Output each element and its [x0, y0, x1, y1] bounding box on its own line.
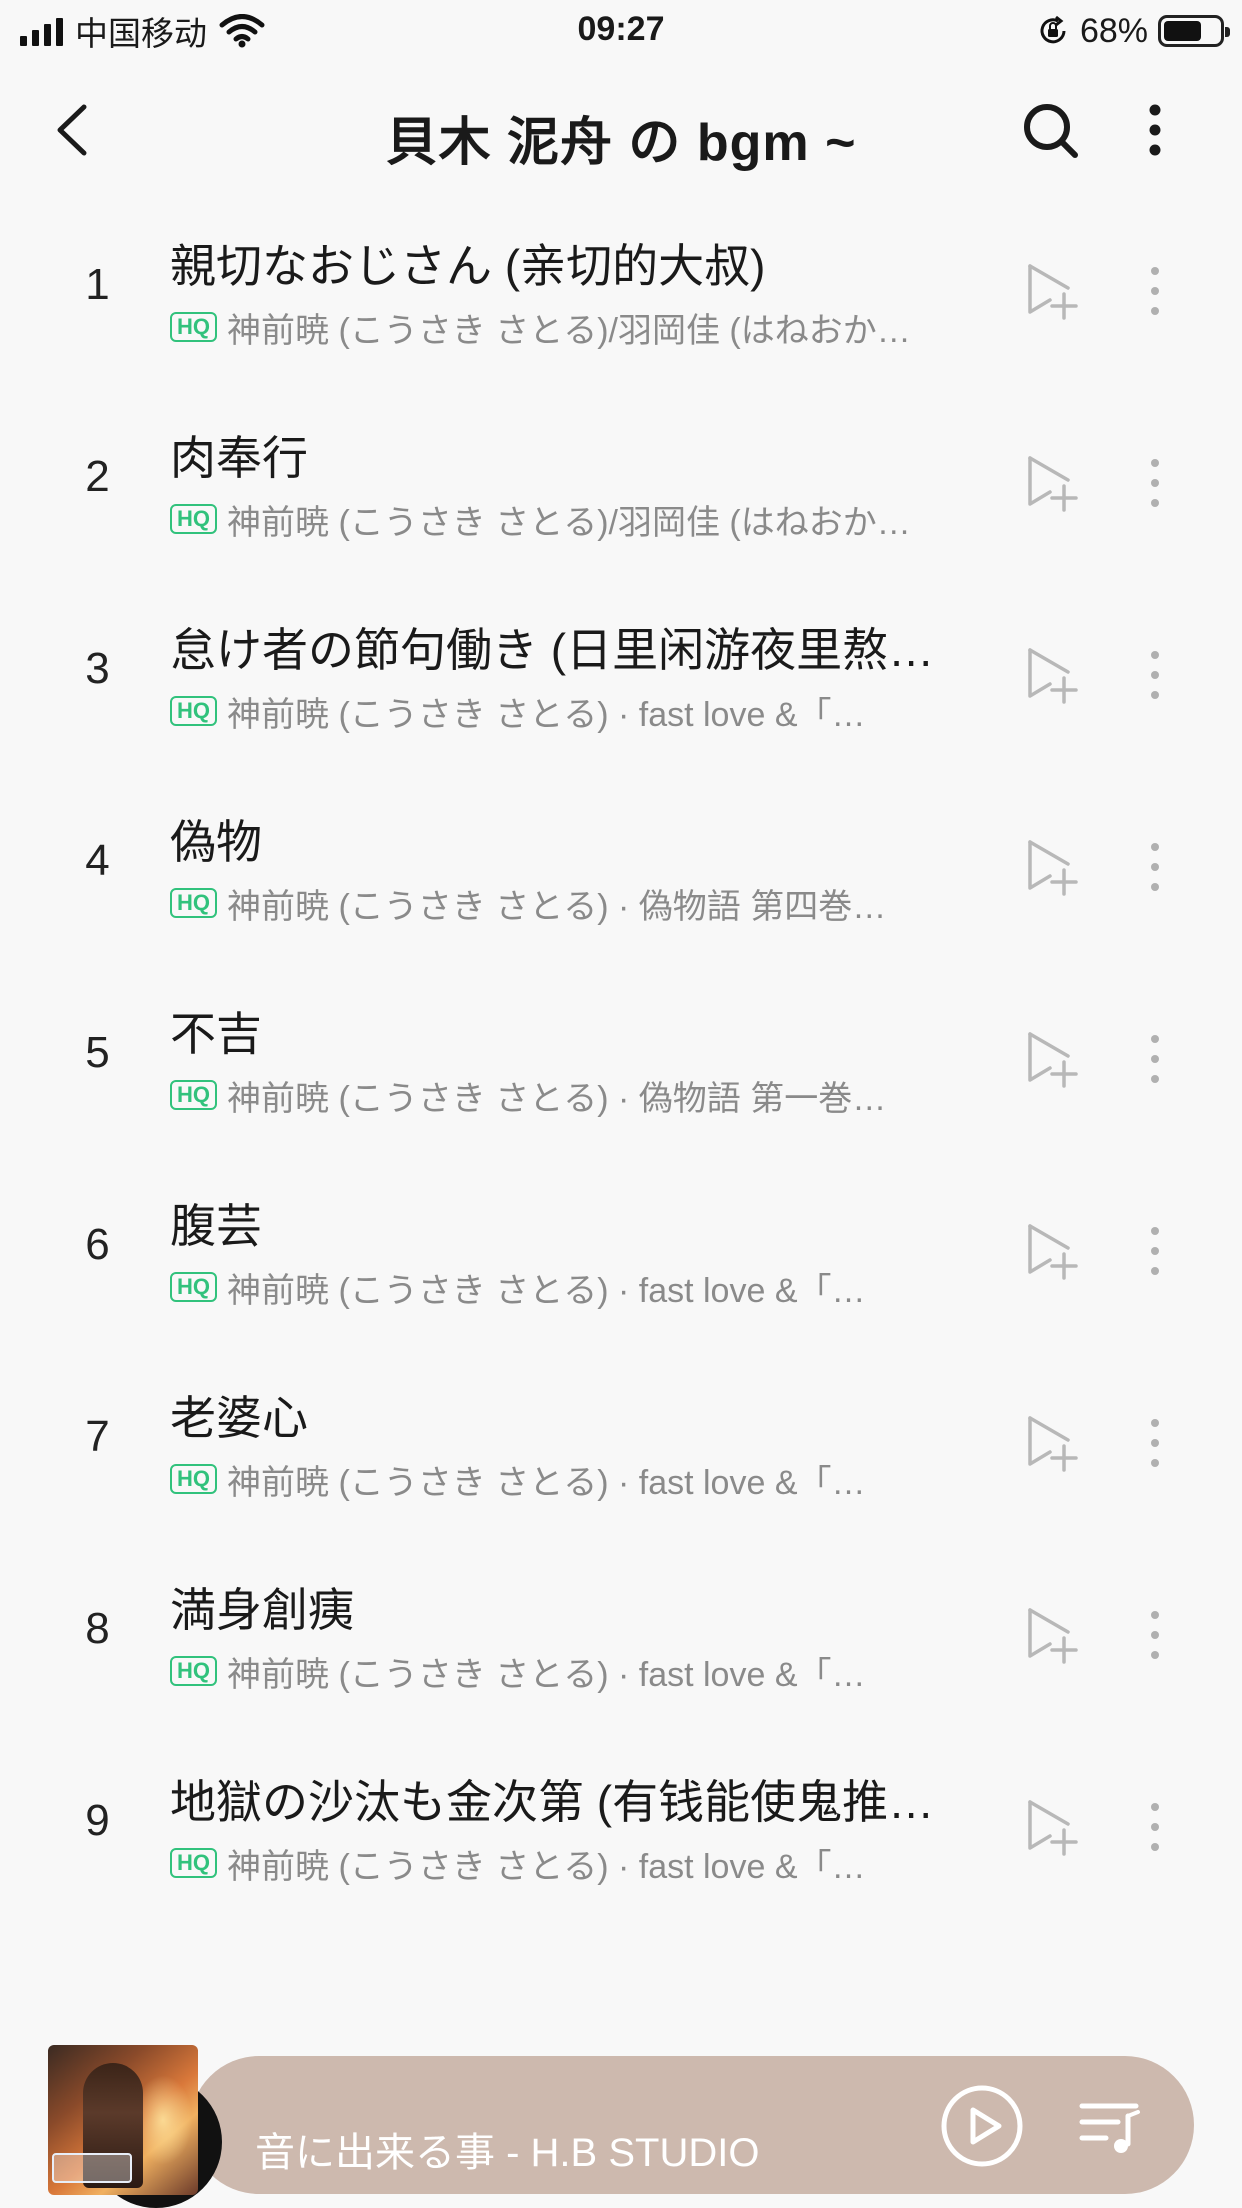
song-index: 7: [85, 1412, 110, 1461]
more-vertical-icon[interactable]: [1130, 1412, 1180, 1474]
song-artist: 神前暁 (こうさき さとる) · fast love &「…: [227, 1655, 866, 1694]
song-artist: 神前暁 (こうさき さとる) · fast love &「…: [227, 1847, 866, 1886]
more-vertical-icon[interactable]: [1130, 1220, 1180, 1282]
app-page: 中国移动 09:27 68% 貝木 泥舟 の bgm ~ 1 親切なおじさん (…: [0, 0, 1242, 2208]
add-to-playlist-icon[interactable]: [1020, 260, 1082, 322]
song-artist: 神前暁 (こうさき さとる) · 偽物語 第一巻…: [227, 1079, 887, 1118]
hq-badge: HQ: [170, 888, 217, 918]
song-row[interactable]: 6 腹芸 HQ 神前暁 (こうさき さとる) · fast love &「…: [0, 1170, 1242, 1362]
song-index: 4: [85, 836, 110, 885]
hq-badge: HQ: [170, 504, 217, 534]
song-index: 2: [85, 452, 110, 501]
battery-level-fill: [1164, 21, 1201, 41]
song-subtitle: HQ 神前暁 (こうさき さとる) · 偽物語 第四巻…: [170, 883, 982, 926]
song-row[interactable]: 5 不吉 HQ 神前暁 (こうさき さとる) · 偽物語 第一巻…: [0, 978, 1242, 1170]
more-vertical-icon[interactable]: [1125, 95, 1185, 165]
add-to-playlist-icon[interactable]: [1020, 1604, 1082, 1666]
add-to-playlist-icon[interactable]: [1020, 452, 1082, 514]
song-row[interactable]: 9 地獄の沙汰も金次第 (有钱能使鬼推… HQ 神前暁 (こうさき さとる) · fa…: [0, 1746, 1242, 1938]
cover-logo: [52, 2153, 132, 2183]
more-vertical-icon[interactable]: [1130, 836, 1180, 898]
add-to-playlist-icon[interactable]: [1020, 836, 1082, 898]
hq-badge: HQ: [170, 1848, 217, 1878]
song-subtitle: HQ 神前暁 (こうさき さとる) · fast love &「…: [170, 1843, 982, 1886]
song-index: 1: [85, 260, 110, 309]
song-row[interactable]: 7 老婆心 HQ 神前暁 (こうさき さとる) · fast love &「…: [0, 1362, 1242, 1554]
song-subtitle: HQ 神前暁 (こうさき さとる) · fast love &「…: [170, 1267, 982, 1310]
song-title: 親切なおじさん (亲切的大叔): [170, 240, 766, 292]
song-row[interactable]: 3 怠け者の節句働き (日里闲游夜里熬… HQ 神前暁 (こうさき さとる) · fa…: [0, 594, 1242, 786]
song-artist: 神前暁 (こうさき さとる)/羽岡佳 (はねおか…: [227, 311, 911, 350]
song-row[interactable]: 4 偽物 HQ 神前暁 (こうさき さとる) · 偽物語 第四巻…: [0, 786, 1242, 978]
hq-badge: HQ: [170, 1464, 217, 1494]
more-vertical-icon[interactable]: [1130, 260, 1180, 322]
add-to-playlist-icon[interactable]: [1020, 1796, 1082, 1858]
add-to-playlist-icon[interactable]: [1020, 644, 1082, 706]
song-title: 地獄の沙汰も金次第 (有钱能使鬼推…: [170, 1776, 935, 1828]
hq-badge: HQ: [170, 1080, 217, 1110]
hq-badge: HQ: [170, 696, 217, 726]
play-circle-icon[interactable]: [940, 2084, 1024, 2168]
hq-badge: HQ: [170, 1656, 217, 1686]
now-playing-title[interactable]: 音に出来る事 - H.B STUDIO: [255, 2120, 875, 2178]
song-title: 偽物: [170, 816, 262, 868]
song-artist: 神前暁 (こうさき さとる) · fast love &「…: [227, 1463, 866, 1502]
mini-player[interactable]: 音に出来る事 - H.B STUDIO: [0, 2040, 1242, 2208]
song-subtitle: HQ 神前暁 (こうさき さとる)/羽岡佳 (はねおか…: [170, 307, 982, 350]
song-subtitle: HQ 神前暁 (こうさき さとる) · fast love &「…: [170, 1459, 982, 1502]
status-right: 68%: [1036, 10, 1230, 52]
status-bar: 中国移动 09:27 68%: [0, 0, 1242, 62]
song-subtitle: HQ 神前暁 (こうさき さとる) · fast love &「…: [170, 691, 982, 734]
add-to-playlist-icon[interactable]: [1020, 1028, 1082, 1090]
song-artist: 神前暁 (こうさき さとる) · fast love &「…: [227, 695, 866, 734]
rotation-lock-icon: [1040, 15, 1066, 44]
song-artist: 神前暁 (こうさき さとる)/羽岡佳 (はねおか…: [227, 503, 911, 542]
song-index: 8: [85, 1604, 110, 1653]
song-subtitle: HQ 神前暁 (こうさき さとる) · 偽物語 第一巻…: [170, 1075, 982, 1118]
more-vertical-icon[interactable]: [1130, 1604, 1180, 1666]
search-icon[interactable]: [1015, 95, 1085, 165]
song-title: 肉奉行: [170, 432, 308, 484]
battery-percent: 68%: [1079, 11, 1148, 50]
song-list: 1 親切なおじさん (亲切的大叔) HQ 神前暁 (こうさき さとる)/羽岡佳 (はね…: [0, 210, 1242, 1938]
song-artist: 神前暁 (こうさき さとる) · fast love &「…: [227, 1271, 866, 1310]
song-title: 老婆心: [170, 1392, 308, 1444]
song-subtitle: HQ 神前暁 (こうさき さとる)/羽岡佳 (はねおか…: [170, 499, 982, 542]
playlist-icon[interactable]: [1078, 2098, 1142, 2156]
add-to-playlist-icon[interactable]: [1020, 1412, 1082, 1474]
song-title: 腹芸: [170, 1200, 262, 1252]
song-row[interactable]: 2 肉奉行 HQ 神前暁 (こうさき さとる)/羽岡佳 (はねおか…: [0, 402, 1242, 594]
battery-icon: [1158, 15, 1230, 47]
song-row[interactable]: 1 親切なおじさん (亲切的大叔) HQ 神前暁 (こうさき さとる)/羽岡佳 (はね…: [0, 210, 1242, 402]
song-row[interactable]: 8 満身創痍 HQ 神前暁 (こうさき さとる) · fast love &「…: [0, 1554, 1242, 1746]
more-vertical-icon[interactable]: [1130, 1028, 1180, 1090]
song-index: 3: [85, 644, 110, 693]
song-index: 5: [85, 1028, 110, 1077]
add-to-playlist-icon[interactable]: [1020, 1220, 1082, 1282]
more-vertical-icon[interactable]: [1130, 644, 1180, 706]
song-title: 満身創痍: [170, 1584, 354, 1636]
song-title: 怠け者の節句働き (日里闲游夜里熬…: [170, 624, 935, 676]
more-vertical-icon[interactable]: [1130, 1796, 1180, 1858]
song-index: 6: [85, 1220, 110, 1269]
song-subtitle: HQ 神前暁 (こうさき さとる) · fast love &「…: [170, 1651, 982, 1694]
hq-badge: HQ: [170, 312, 217, 342]
album-cover[interactable]: [48, 2045, 198, 2195]
song-index: 9: [85, 1796, 110, 1845]
song-title: 不吉: [170, 1008, 262, 1060]
hq-badge: HQ: [170, 1272, 217, 1302]
more-vertical-icon[interactable]: [1130, 452, 1180, 514]
nav-bar: 貝木 泥舟 の bgm ~: [0, 70, 1242, 190]
song-artist: 神前暁 (こうさき さとる) · 偽物語 第四巻…: [227, 887, 887, 926]
